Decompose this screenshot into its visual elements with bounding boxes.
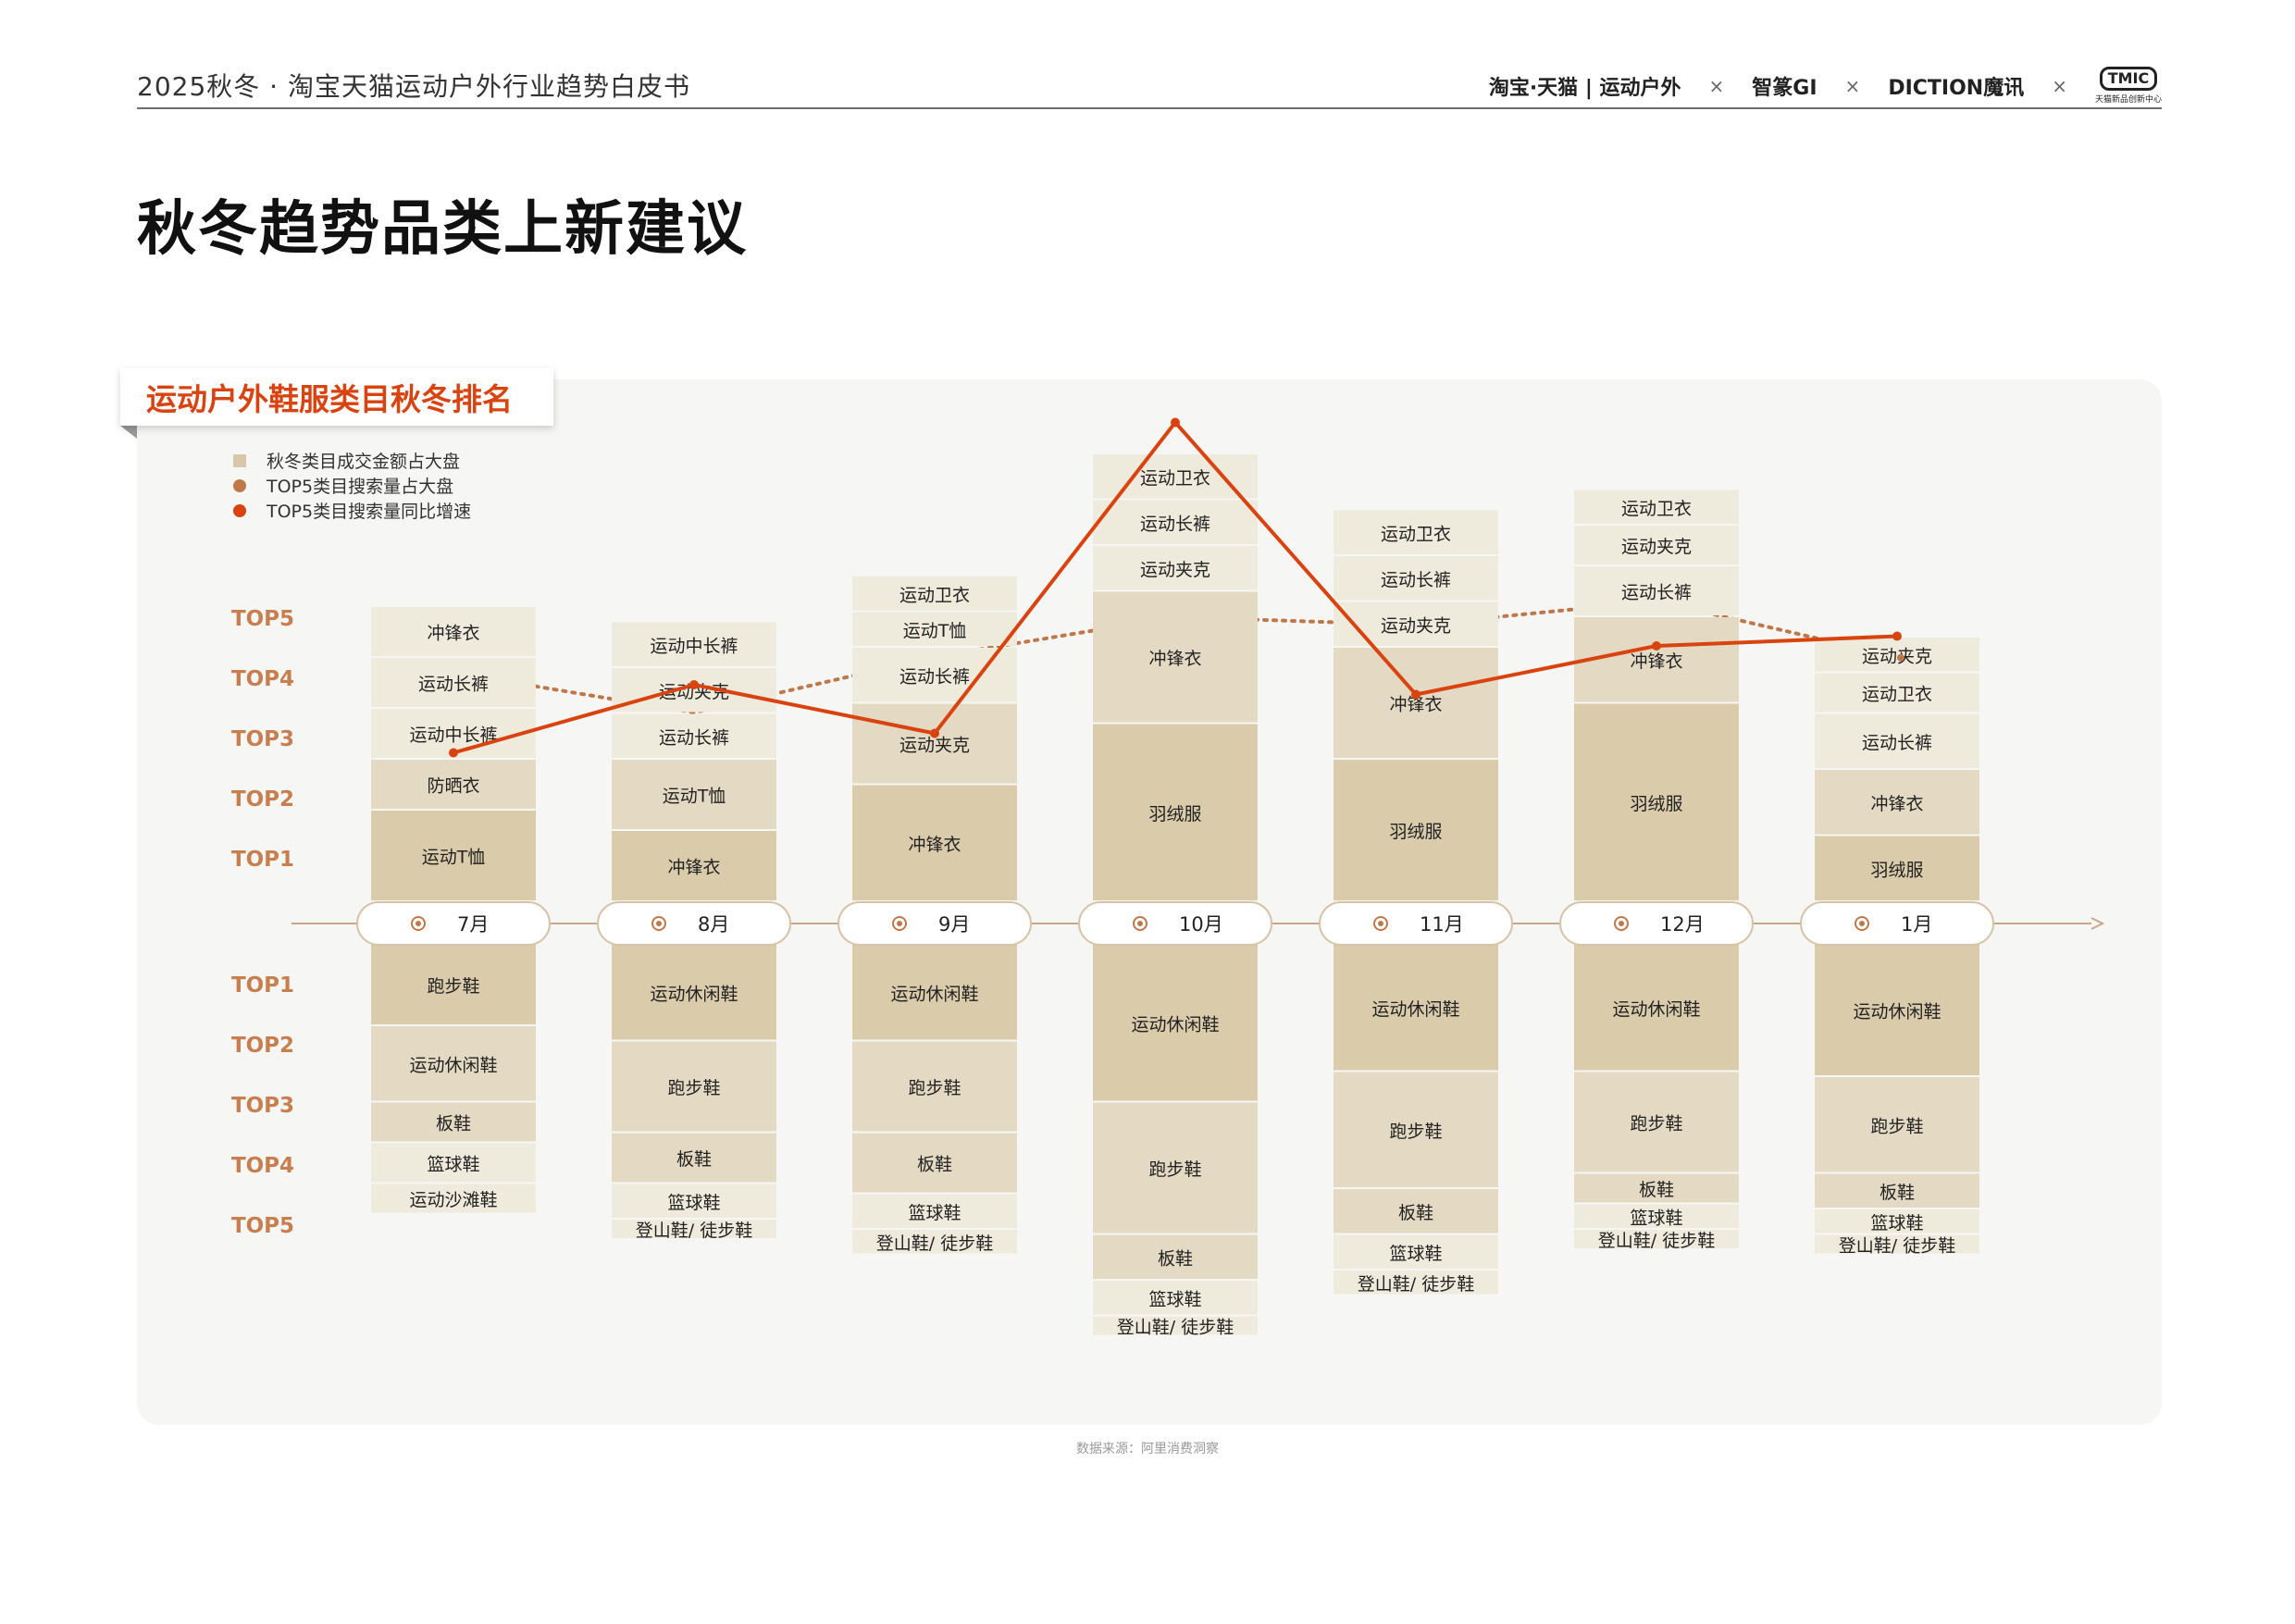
apparel-segment-label: 运动长裤 [1381, 570, 1451, 590]
footwear-segment-label: 登山鞋/ 徒步鞋 [1839, 1236, 1955, 1257]
month-pill [1800, 901, 1994, 946]
apparel-segment-label: 冲锋衣 [908, 835, 961, 855]
apparel-segment-label: 运动T恤 [663, 787, 726, 807]
apparel-segment-label: 运动T恤 [903, 621, 967, 641]
month-dot-center [1619, 921, 1624, 926]
footwear-segment-label: 篮球鞋 [1870, 1213, 1923, 1233]
apparel-segment-label: 防晒衣 [427, 776, 479, 797]
apparel-segment-label: 运动夹克 [1621, 537, 1692, 557]
footwear-segment-label: 篮球鞋 [1148, 1289, 1201, 1309]
month-pill [1319, 901, 1513, 946]
footwear-segment-label: 运动休闲鞋 [890, 984, 978, 1004]
footwear-segment-label: 板鞋 [1398, 1203, 1433, 1223]
month-pill [1559, 901, 1754, 946]
search-growth-point [1171, 417, 1180, 428]
footwear-segment-label: 篮球鞋 [908, 1203, 961, 1223]
search-growth-point [1892, 631, 1902, 641]
search-growth-point [1411, 689, 1420, 700]
footwear-segment-label: 跑步鞋 [1389, 1122, 1442, 1142]
month-dot-center [897, 921, 902, 926]
search-share-point [1897, 653, 1904, 662]
apparel-segment-label: 羽绒服 [1389, 822, 1442, 842]
apparel-segment-label: 运动夹克 [1140, 560, 1210, 580]
footwear-segment-label: 跑步鞋 [427, 976, 479, 997]
month-label: 7月 [457, 913, 489, 936]
month-pill [597, 901, 791, 946]
month-label: 12月 [1660, 913, 1705, 936]
ranking-chart: 运动T恤防晒衣运动中长裤运动长裤冲锋衣跑步鞋运动休闲鞋板鞋篮球鞋运动沙滩鞋7月冲… [292, 417, 2105, 1338]
apparel-segment-label: 运动长裤 [659, 727, 729, 748]
apparel-segment-label: 冲锋衣 [1148, 649, 1201, 669]
footwear-segment-label: 跑步鞋 [908, 1078, 961, 1098]
month-label: 8月 [698, 913, 729, 936]
footwear-segment-label: 篮球鞋 [1389, 1244, 1442, 1264]
apparel-segment-label: 运动长裤 [899, 666, 970, 687]
month-dot-center [416, 921, 421, 926]
month-label: 11月 [1420, 913, 1464, 936]
month-pill [1078, 901, 1272, 946]
apparel-segment-label: 运动长裤 [418, 675, 489, 695]
apparel-segment-label: 冲锋衣 [1630, 651, 1682, 672]
footwear-segment-label: 板鞋 [676, 1149, 712, 1170]
month-dot-center [1137, 921, 1143, 926]
apparel-segment-label: 羽绒服 [1148, 804, 1201, 824]
apparel-segment-label: 运动夹克 [899, 736, 970, 756]
footwear-segment-label: 板鞋 [1639, 1180, 1674, 1200]
apparel-segment-label: 运动卫衣 [899, 585, 970, 605]
footwear-segment-label: 登山鞋/ 徒步鞋 [876, 1233, 993, 1254]
apparel-segment-label: 运动夹克 [1862, 646, 1932, 666]
footwear-segment-label: 篮球鞋 [1630, 1208, 1682, 1228]
search-growth-point [930, 728, 939, 738]
footwear-segment-label: 跑步鞋 [1630, 1114, 1682, 1134]
footwear-segment-label: 运动休闲鞋 [1131, 1014, 1219, 1035]
apparel-segment-label: 运动长裤 [1140, 514, 1210, 534]
footwear-segment-label: 跑步鞋 [667, 1078, 720, 1098]
month-dot-center [1859, 921, 1865, 926]
footwear-segment-label: 篮球鞋 [667, 1193, 720, 1213]
apparel-segment-label: 羽绒服 [1870, 860, 1923, 880]
search-growth-point [449, 748, 458, 758]
apparel-segment-label: 冲锋衣 [427, 624, 479, 644]
footwear-segment-label: 运动休闲鞋 [1853, 1002, 1941, 1023]
apparel-segment-label: 运动卫衣 [1381, 524, 1451, 544]
apparel-segment-label: 运动长裤 [1621, 583, 1692, 603]
footwear-segment-label: 板鞋 [436, 1114, 471, 1134]
footwear-segment-label: 跑步鞋 [1870, 1116, 1923, 1136]
footwear-segment-label: 跑步鞋 [1148, 1159, 1201, 1180]
apparel-segment-label: 运动夹克 [1381, 615, 1451, 636]
footwear-segment-label: 登山鞋/ 徒步鞋 [1598, 1231, 1715, 1251]
apparel-segment-label: 运动长裤 [1862, 733, 1932, 753]
search-growth-point [689, 680, 699, 689]
month-pill [356, 901, 551, 946]
search-growth-point [1652, 641, 1661, 651]
apparel-segment-label: 运动卫衣 [1862, 685, 1932, 705]
apparel-segment-label: 运动中长裤 [650, 636, 738, 656]
month-label: 9月 [938, 913, 970, 936]
footwear-segment-label: 篮球鞋 [427, 1155, 479, 1175]
footwear-segment-label: 板鞋 [1158, 1248, 1193, 1269]
month-pill [837, 901, 1032, 946]
footwear-segment-label: 运动休闲鞋 [1371, 999, 1459, 1020]
footwear-segment-label: 运动休闲鞋 [1612, 999, 1700, 1020]
apparel-segment-label: 运动T恤 [422, 848, 486, 868]
footwear-segment-label: 运动休闲鞋 [650, 984, 738, 1004]
apparel-segment-label: 运动卫衣 [1140, 468, 1210, 489]
apparel-segment-label: 羽绒服 [1630, 794, 1682, 814]
footwear-segment-label: 登山鞋/ 徒步鞋 [1117, 1318, 1234, 1338]
footwear-segment-label: 板鞋 [1879, 1183, 1915, 1203]
month-dot-center [656, 921, 662, 926]
apparel-segment-label: 冲锋衣 [667, 858, 720, 878]
footwear-segment-label: 运动休闲鞋 [409, 1055, 497, 1075]
month-label: 10月 [1179, 913, 1223, 936]
timeline-arrow [2090, 917, 2105, 930]
footwear-segment-label: 登山鞋/ 徒步鞋 [636, 1221, 752, 1241]
month-dot-center [1378, 921, 1383, 926]
apparel-segment-label: 冲锋衣 [1870, 794, 1923, 814]
footwear-segment-label: 登山鞋/ 徒步鞋 [1358, 1274, 1474, 1295]
footwear-segment-label: 运动沙滩鞋 [409, 1190, 497, 1210]
apparel-segment-label: 运动卫衣 [1621, 499, 1692, 519]
data-source: 数据来源：阿里消费洞察 [1076, 1442, 1219, 1457]
footwear-segment-label: 板鞋 [917, 1155, 952, 1175]
month-label: 1月 [1901, 913, 1932, 936]
